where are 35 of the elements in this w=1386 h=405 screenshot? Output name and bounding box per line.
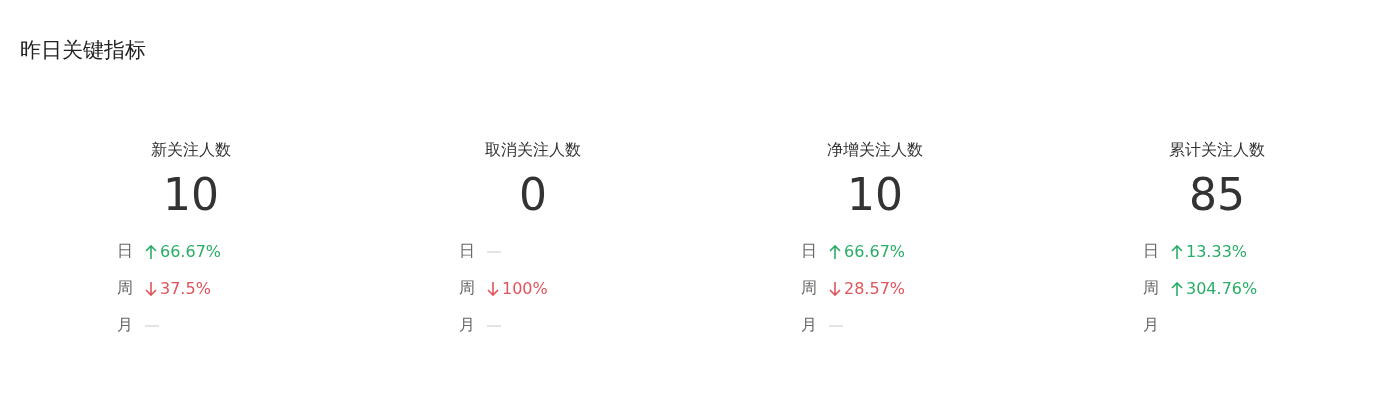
metric-label: 累计关注人数 [1169, 139, 1265, 161]
down-arrow-icon [829, 280, 841, 297]
period-label: 日 [117, 241, 134, 262]
up-arrow-icon [1171, 280, 1183, 297]
down-arrow-icon [145, 280, 157, 297]
up-arrow-icon [1171, 243, 1183, 260]
period-label: 月 [459, 315, 476, 336]
section-title: 昨日关键指标 [20, 37, 147, 64]
change-percent: 304.76% [1186, 279, 1258, 298]
metric-value: 10 [847, 169, 903, 221]
period-label: 周 [1143, 278, 1160, 299]
period-label: 日 [459, 241, 476, 262]
period-label: 周 [459, 278, 476, 299]
change-percent: 100% [502, 279, 548, 298]
period-label: 日 [1143, 241, 1160, 262]
up-arrow-icon [145, 243, 157, 260]
metric-label: 取消关注人数 [485, 139, 581, 161]
period-label: 周 [117, 278, 134, 299]
metric-value: 85 [1189, 169, 1245, 221]
metric-value: 0 [519, 169, 547, 221]
period-label: 周 [801, 278, 818, 299]
period-label: 月 [801, 315, 818, 336]
down-arrow-icon [487, 280, 499, 297]
change-percent: 28.57% [844, 279, 905, 298]
metric-value: 10 [163, 169, 219, 221]
period-label: 月 [1143, 315, 1160, 336]
metric-label: 净增关注人数 [827, 139, 923, 161]
change-percent: 66.67% [844, 242, 905, 261]
period-label: 月 [117, 315, 134, 336]
change-percent: 66.67% [160, 242, 221, 261]
metric-label: 新关注人数 [151, 139, 231, 161]
change-percent: 37.5% [160, 279, 211, 298]
up-arrow-icon [829, 243, 841, 260]
change-percent: 13.33% [1186, 242, 1247, 261]
period-label: 日 [801, 241, 818, 262]
